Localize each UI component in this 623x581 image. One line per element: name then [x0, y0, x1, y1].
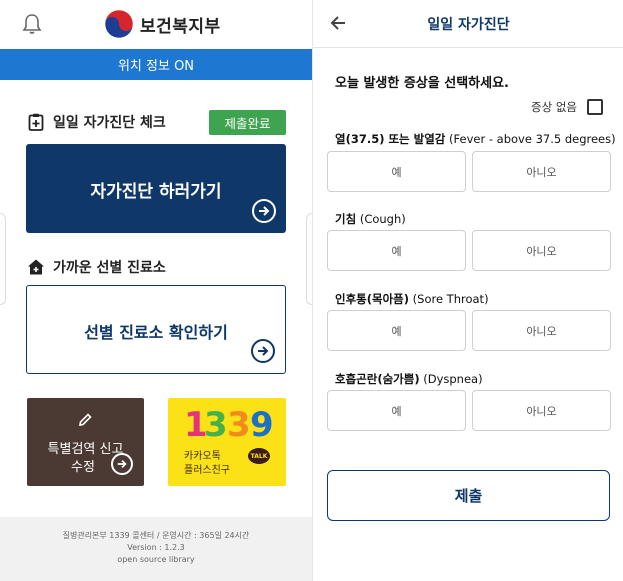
sore-throat-yes-button[interactable]: 예 [327, 310, 466, 351]
go-self-check-label: 자가진단 하러가기 [90, 182, 222, 202]
footer: 질병관리본부 1339 콜센터 / 운영시간 : 365일 24시간 Versi… [0, 517, 312, 581]
question-label-korean: 인후통(목아픔) [335, 292, 409, 306]
bell-icon[interactable] [22, 13, 42, 35]
svg-text:3: 3 [227, 405, 250, 444]
fever-yes-button[interactable]: 예 [327, 151, 466, 192]
quarantine-report-edit-button[interactable]: 특별검역 신고 수정 [27, 398, 144, 486]
dyspnea-yes-button[interactable]: 예 [327, 390, 466, 431]
no-symptom-label: 증상 없음 [531, 100, 577, 114]
submitted-badge: 제출완료 [209, 110, 286, 135]
question-label: 인후통(목아픔) (Sore Throat) [335, 291, 489, 307]
page-title: 일일 자가진단 [427, 17, 510, 33]
question-label-english: (Sore Throat) [409, 292, 489, 306]
question-label: 기침 (Cough) [335, 211, 406, 227]
kakao-label-line2: 플러스친구 [184, 465, 230, 476]
footer-version: Version : 1.2.3 [127, 543, 185, 552]
question-label-english: (Fever - above 37.5 degrees) [445, 132, 616, 146]
question-label-korean: 기침 [335, 212, 357, 226]
svg-text:3: 3 [204, 405, 227, 444]
home-header: 보건복지부 [0, 0, 312, 48]
question-label: 호흡곤란(숨가쁨) (Dyspnea) [335, 371, 483, 387]
clinic-section-title: 가까운 선별 진료소 [27, 257, 166, 277]
location-status-bar[interactable]: 위치 정보 ON [0, 49, 312, 80]
arrow-right-circle-icon [251, 339, 275, 363]
ministry-name: 보건복지부 [140, 16, 221, 37]
question-label-english: (Cough) [356, 212, 406, 226]
self-check-header: 일일 자가진단 [313, 0, 623, 48]
ministry-logo: 보건복지부 [104, 8, 221, 40]
daily-self-check-screen: 일일 자가진단 오늘 발생한 증상을 선택하세요. 증상 없음 열(37.5) … [312, 0, 623, 581]
clinic-title-text: 가까운 선별 진료소 [53, 260, 166, 276]
no-symptom-checkbox[interactable] [586, 99, 603, 115]
kakao-plusfriend-button[interactable]: 1 3 3 9 카카오톡 플러스친구 TALK [168, 398, 286, 486]
page-edge-handle [0, 213, 6, 305]
question-label-korean: 열(37.5) 또는 발열감 [335, 132, 446, 146]
fever-no-button[interactable]: 아니오 [472, 151, 611, 192]
question-label-korean: 호흡곤란(숨가쁨) [335, 372, 420, 386]
dyspnea-no-button[interactable]: 아니오 [472, 390, 611, 431]
arrow-right-circle-icon [111, 453, 133, 475]
taegeuk-logo-icon [104, 9, 134, 39]
cough-yes-button[interactable]: 예 [327, 230, 466, 271]
self-check-title-text: 일일 자가진단 체크 [53, 115, 166, 131]
hotline-number: 1 3 3 9 [184, 404, 274, 451]
footer-opensource-link[interactable]: open source library [0, 554, 312, 566]
home-screen: 보건복지부 위치 정보 ON 일일 자가진단 체크 제출완료 자가진단 하러가기… [0, 0, 312, 581]
sore-throat-no-button[interactable]: 아니오 [472, 310, 611, 351]
pencil-icon [79, 413, 92, 426]
symptom-prompt: 오늘 발생한 증상을 선택하세요. [335, 76, 509, 91]
no-symptom-option[interactable]: 증상 없음 [531, 99, 603, 115]
house-plus-icon [28, 259, 44, 275]
arrow-right-circle-icon [252, 199, 276, 223]
check-clinic-button[interactable]: 선별 진료소 확인하기 [26, 285, 286, 374]
question-label-english: (Dyspnea) [419, 372, 483, 386]
self-check-section-title: 일일 자가진단 체크 [27, 112, 166, 132]
go-self-check-button[interactable]: 자가진단 하러가기 [26, 144, 286, 233]
report-label-line2: 수정 [71, 460, 95, 475]
cough-no-button[interactable]: 아니오 [472, 230, 611, 271]
question-label: 열(37.5) 또는 발열감 (Fever - above 37.5 degre… [335, 131, 616, 147]
svg-text:9: 9 [250, 405, 272, 444]
hotline-number-graphic: 1 3 3 9 [184, 405, 274, 445]
check-clinic-label: 선별 진료소 확인하기 [84, 323, 228, 342]
submit-button[interactable]: 제출 [327, 470, 610, 521]
clipboard-plus-icon [28, 113, 44, 131]
kakao-label-line1: 카카오톡 [184, 451, 221, 462]
kakao-talk-icon: TALK [248, 448, 270, 464]
footer-callcenter: 질병관리본부 1339 콜센터 / 운영시간 : 365일 24시간 [62, 531, 250, 540]
